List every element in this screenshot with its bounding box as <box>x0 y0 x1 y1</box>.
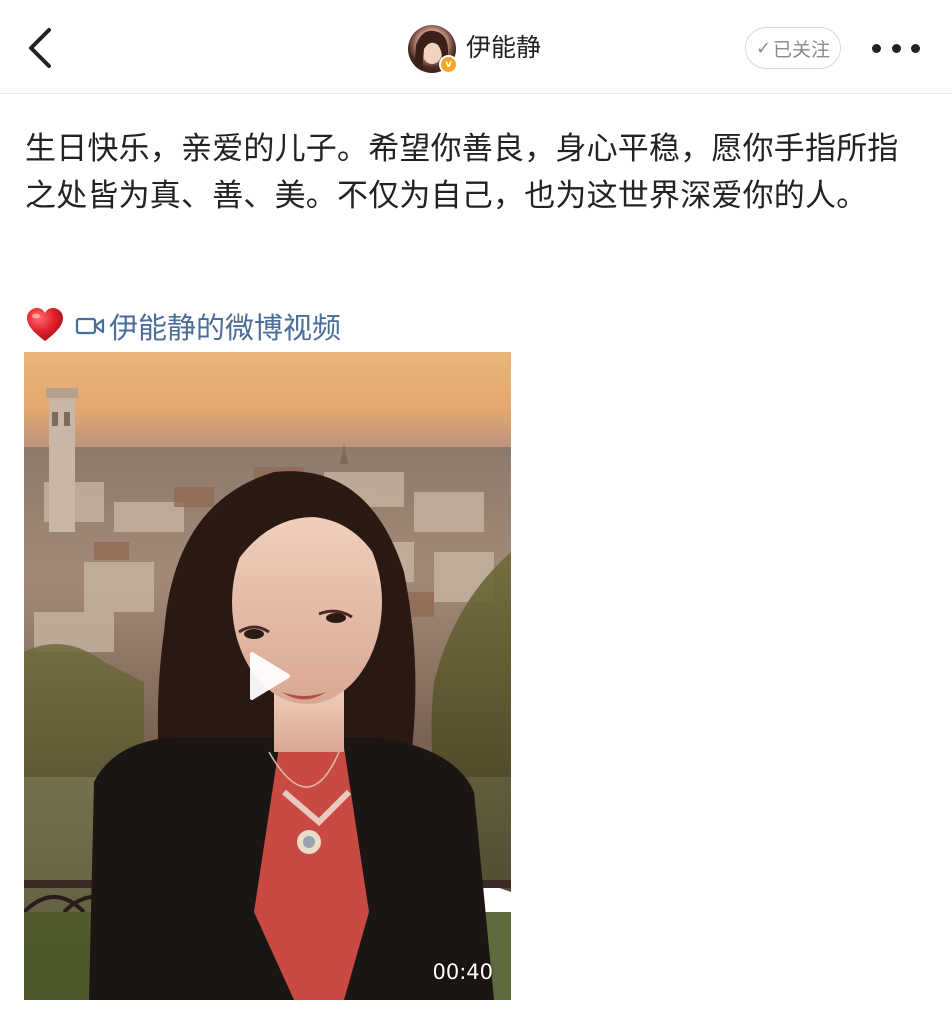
username[interactable]: 伊能静 <box>466 31 541 65</box>
follow-button-label: 已关注 <box>773 38 831 61</box>
more-button[interactable] <box>872 36 920 60</box>
check-icon: ✓ <box>755 37 772 59</box>
more-dots-icon <box>891 43 901 53</box>
video-link-row: 伊能静的微博视频 <box>25 304 341 348</box>
more-dots-icon <box>911 43 920 53</box>
follow-button[interactable]: ✓ 已关注 <box>745 27 841 69</box>
video-link[interactable]: 伊能静的微博视频 <box>109 305 341 347</box>
more-dots-icon <box>872 43 881 53</box>
video-camera-icon <box>75 317 105 335</box>
verified-badge: v <box>439 55 458 74</box>
chevron-left-icon <box>29 28 51 68</box>
play-icon[interactable] <box>246 650 292 702</box>
video-duration: 00:40 <box>432 960 493 984</box>
post-text: 生日快乐，亲爱的儿子。希望你善良，身心平稳，愿你手指所指之处皆为真、善、美。不仅… <box>25 131 899 214</box>
avatar[interactable]: v <box>408 25 458 74</box>
heart-icon <box>27 308 63 341</box>
top-navigation-bar: v 伊能静 ✓ 已关注 <box>0 0 952 94</box>
back-button[interactable] <box>18 24 62 72</box>
video-player[interactable]: 00:40 <box>24 352 511 1000</box>
